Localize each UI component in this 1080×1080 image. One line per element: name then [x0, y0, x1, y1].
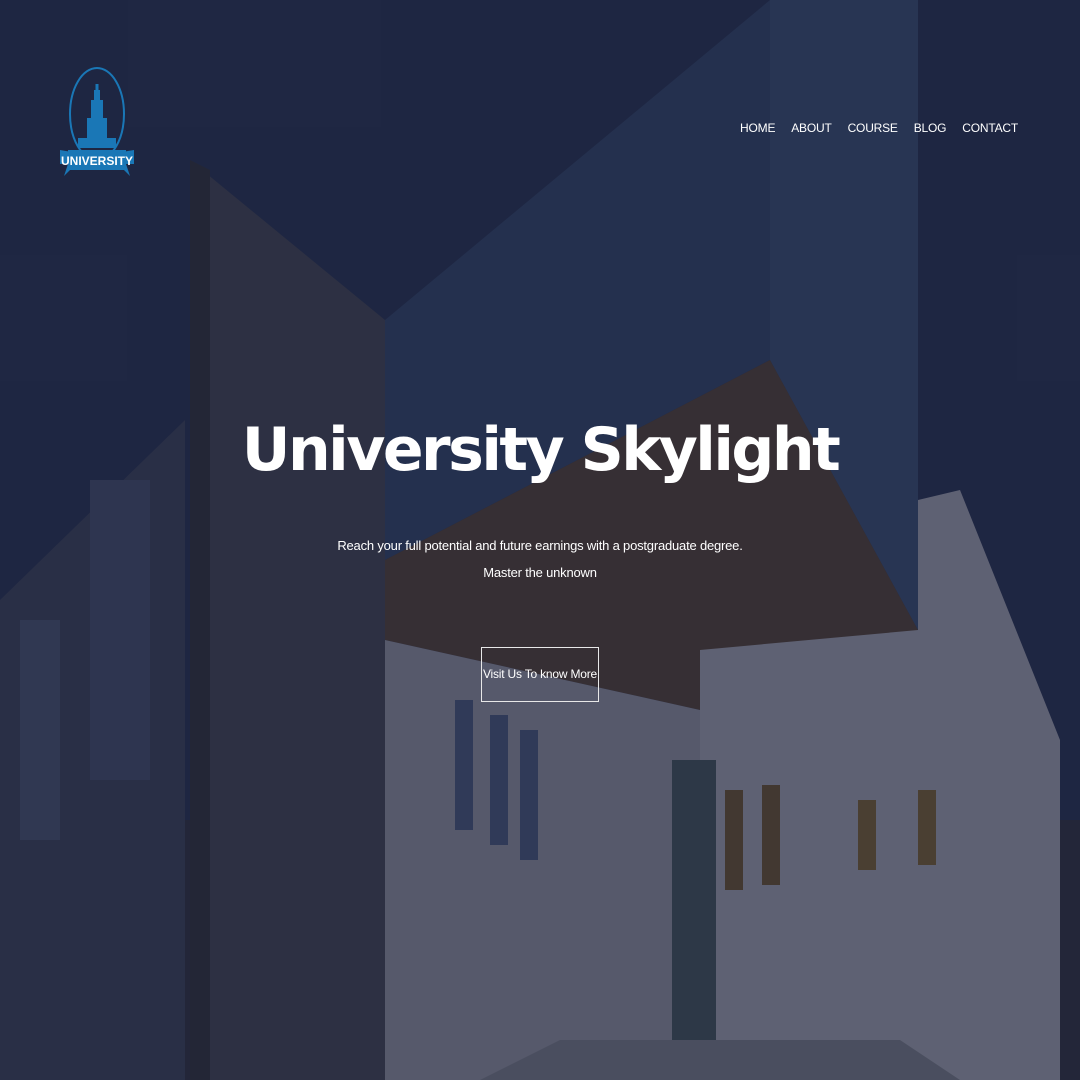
- hero-subtitle-line-1: Reach your full potential and future ear…: [337, 538, 743, 553]
- university-logo[interactable]: UNIVERSITY: [58, 64, 136, 184]
- nav-item-about[interactable]: ABOUT: [791, 121, 832, 135]
- logo-text: UNIVERSITY: [61, 154, 133, 168]
- nav-item-contact[interactable]: CONTACT: [962, 121, 1018, 135]
- hero-subtitle-line-2: Master the unknown: [483, 565, 597, 580]
- hero-subtitle: Reach your full potential and future ear…: [0, 532, 1080, 586]
- university-tower-icon: UNIVERSITY: [60, 67, 134, 176]
- main-navigation: HOME ABOUT COURSE BLOG CONTACT: [740, 121, 1018, 135]
- nav-item-course[interactable]: COURSE: [848, 121, 898, 135]
- hero-title: University Skylight: [241, 415, 841, 485]
- nav-item-home[interactable]: HOME: [740, 121, 775, 135]
- nav-item-blog[interactable]: BLOG: [914, 121, 947, 135]
- hero-content: University Skylight Reach your full pote…: [0, 410, 1080, 702]
- visit-us-button[interactable]: Visit Us To know More: [481, 647, 599, 702]
- hero-section: UNIVERSITY HOME ABOUT COURSE BLOG CONTAC…: [0, 0, 1080, 1080]
